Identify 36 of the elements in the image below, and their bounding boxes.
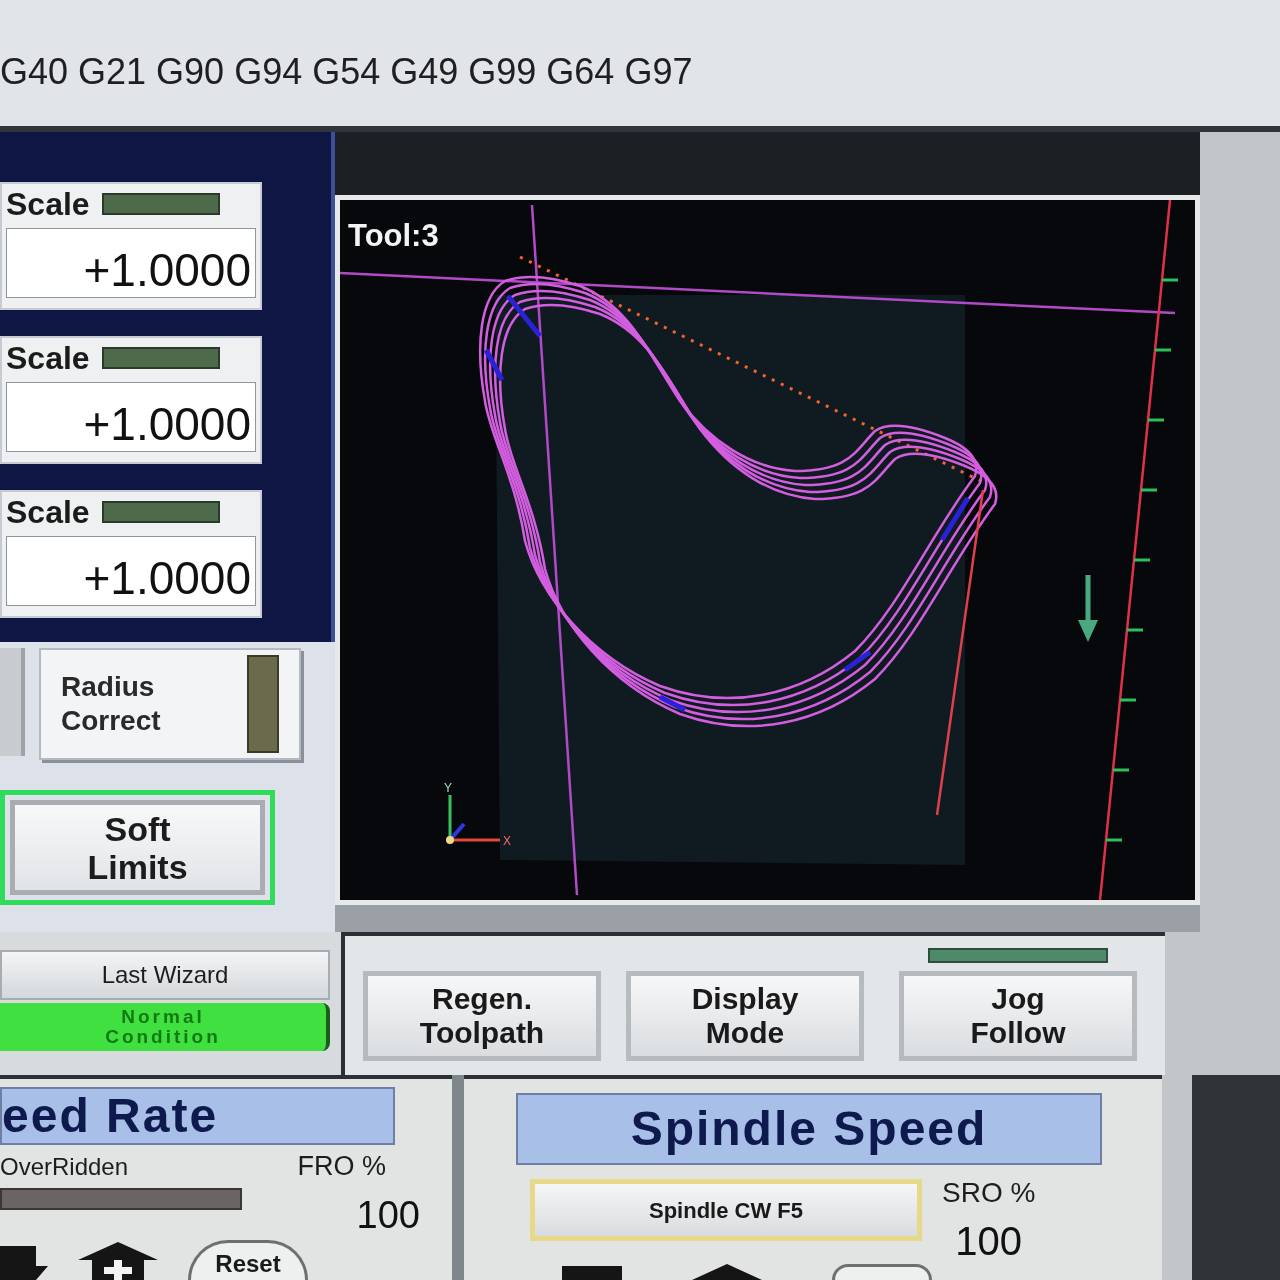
square-icon: [562, 1266, 622, 1280]
up-arrow-plus-icon: [78, 1242, 158, 1280]
scale-value-field[interactable]: +1.0000: [6, 536, 256, 606]
radius-correct-button[interactable]: Radius Correct: [39, 648, 301, 760]
last-wizard-button[interactable]: Last Wizard: [0, 950, 330, 1000]
scale-value-field[interactable]: +1.0000: [6, 382, 256, 452]
sro-label: SRO %: [942, 1179, 1036, 1207]
axis-triad-icon: [446, 795, 500, 844]
feed-rate-title: eed Rate: [0, 1087, 395, 1145]
x-axis-label: X: [503, 834, 511, 848]
down-arrow-icon: [0, 1246, 48, 1280]
status-indicator: Normal Condition: [0, 1003, 330, 1051]
reset-button[interactable]: Reset: [188, 1240, 308, 1280]
display-button[interactable]: Display Mode: [626, 971, 864, 1061]
round-button[interactable]: [832, 1264, 932, 1280]
spindle-speed-title: Spindle Speed: [516, 1093, 1102, 1165]
fro-value: 100: [356, 1196, 420, 1234]
sro-value: 100: [955, 1221, 1023, 1261]
scale-label: Scale: [6, 496, 90, 528]
scale-value-field[interactable]: +1.0000: [6, 228, 256, 298]
tool-number-label: Tool:3: [348, 220, 439, 251]
scale-label: Scale: [6, 188, 90, 220]
display-button[interactable]: Jog Follow: [899, 971, 1137, 1061]
spindle-cw-button[interactable]: Spindle CW F5: [530, 1179, 922, 1241]
triangle-icon: [692, 1264, 762, 1280]
soft-limits-button[interactable]: Soft Limits: [10, 800, 265, 895]
fro-label: FRO %: [297, 1153, 386, 1180]
feed-increase-button[interactable]: [78, 1242, 158, 1280]
y-axis-label: Y: [444, 781, 452, 795]
feed-decrease-button[interactable]: [0, 1246, 48, 1280]
scale-label: Scale: [6, 342, 90, 374]
radius-correct-label: Radius Correct: [61, 670, 162, 738]
gcode-modal-text: G40 G21 G90 G94 G54 G49 G99 G64 G97: [0, 54, 693, 90]
down-arrow-icon: [1078, 575, 1098, 642]
overridden-label: OverRidden: [0, 1154, 129, 1179]
display-button[interactable]: Regen. Toolpath: [363, 971, 601, 1061]
